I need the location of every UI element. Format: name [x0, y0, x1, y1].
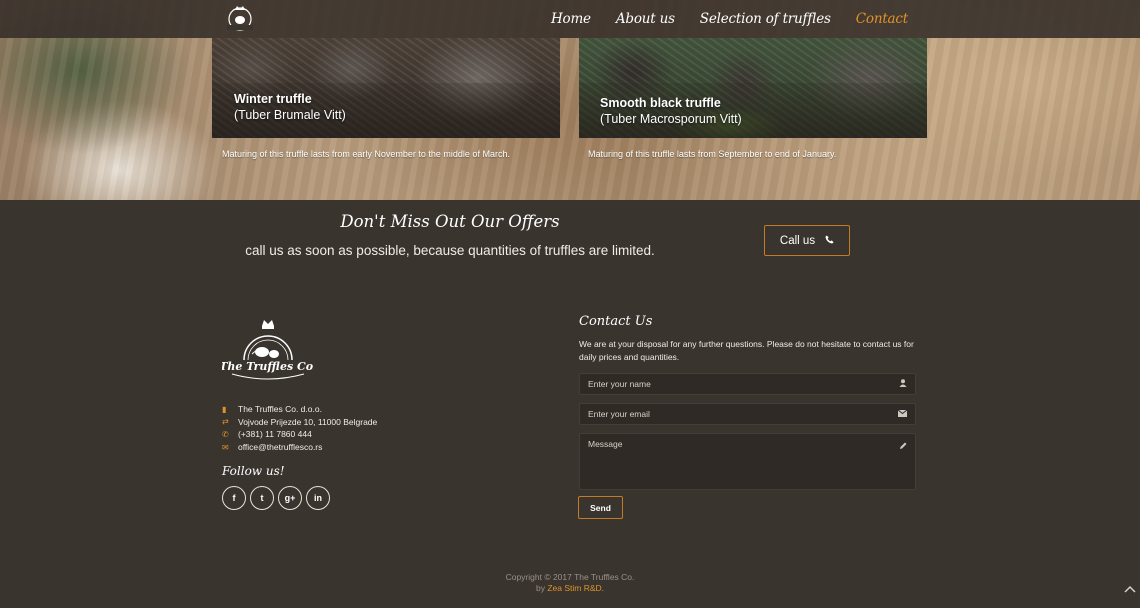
social-links: f t g+ in — [222, 486, 330, 510]
linkedin-icon[interactable]: in — [306, 486, 330, 510]
copyright: Copyright © 2017 The Truffles Co. by Zea… — [420, 572, 720, 594]
credit-by: by — [535, 583, 545, 593]
footer-logo-text: The Truffles Co. — [222, 360, 314, 373]
nav-home[interactable]: Home — [551, 11, 591, 27]
company-phone[interactable]: (+381) 11 7860 444 — [238, 429, 312, 439]
nav-selection-of-truffles[interactable]: Selection of truffles — [700, 11, 831, 27]
message-placeholder: Message — [588, 439, 623, 449]
building-icon: ▮ — [222, 404, 227, 414]
card-title: Winter truffle — [234, 92, 312, 106]
contact-heading: Contact Us — [579, 314, 653, 329]
phone-icon — [825, 234, 834, 247]
location-icon: ⇄ — [222, 417, 229, 427]
company-info: ▮ The Truffles Co. d.o.o. ⇄ Vojvode Prij… — [222, 403, 377, 453]
footer-logo: The Truffles Co. — [222, 320, 314, 380]
phone-icon: ✆ — [222, 429, 229, 439]
google-plus-icon[interactable]: g+ — [278, 486, 302, 510]
card-maturing-text: Maturing of this truffle lasts from Sept… — [588, 149, 837, 159]
pencil-icon — [899, 442, 907, 452]
card-title: Smooth black truffle — [600, 96, 721, 110]
copyright-line: Copyright © 2017 The Truffles Co. — [505, 572, 635, 582]
nav-contact[interactable]: Contact — [856, 11, 908, 27]
company-email[interactable]: office@thetrufflesco.rs — [238, 442, 322, 452]
send-button[interactable]: Send — [578, 496, 623, 519]
contact-description: We are at your disposal for any further … — [579, 339, 914, 362]
credit-author-link[interactable]: Zea Stim R&D. — [547, 583, 604, 593]
info-row: ✆ (+381) 11 7860 444 — [222, 428, 377, 441]
user-icon — [899, 379, 907, 389]
nav-about-us[interactable]: About us — [616, 11, 675, 27]
credit-line: by Zea Stim R&D. — [420, 583, 720, 594]
name-input[interactable]: Enter your name — [579, 373, 916, 395]
card-maturing-text: Maturing of this truffle lasts from earl… — [222, 149, 510, 159]
name-placeholder: Enter your name — [588, 379, 651, 389]
offer-subtitle: call us as soon as possible, because qua… — [245, 243, 655, 258]
logo-small[interactable] — [222, 3, 258, 35]
follow-us-heading: Follow us! — [222, 464, 285, 478]
card-caption: Winter truffle (Tuber Brumale Vitt) — [234, 91, 346, 123]
email-input[interactable]: Enter your email — [579, 403, 916, 425]
chevron-up-icon[interactable] — [1124, 584, 1136, 596]
navbar: Home About us Selection of truffles Cont… — [0, 0, 1140, 38]
card-latin: (Tuber Macrosporum Vitt) — [600, 112, 742, 126]
card-caption: Smooth black truffle (Tuber Macrosporum … — [600, 95, 742, 127]
card-latin: (Tuber Brumale Vitt) — [234, 108, 346, 122]
company-name: The Truffles Co. d.o.o. — [238, 404, 322, 415]
envelope-icon — [897, 409, 908, 419]
envelope-icon: ✉ — [222, 442, 229, 452]
email-placeholder: Enter your email — [588, 409, 650, 419]
facebook-icon[interactable]: f — [222, 486, 246, 510]
truffle-card-winter[interactable]: Winter truffle (Tuber Brumale Vitt) — [212, 38, 560, 138]
info-row: ✉ office@thetrufflesco.rs — [222, 441, 377, 454]
info-row: ⇄ Vojvode Prijezde 10, 11000 Belgrade — [222, 416, 377, 429]
call-us-label: Call us — [779, 234, 816, 247]
call-us-button[interactable]: Call us — [764, 225, 850, 256]
truffle-card-smooth-black[interactable]: Smooth black truffle (Tuber Macrosporum … — [579, 38, 927, 138]
message-textarea[interactable]: Message — [579, 433, 916, 490]
main-menu: Home About us Selection of truffles Cont… — [551, 0, 908, 38]
company-address: Vojvode Prijezde 10, 11000 Belgrade — [238, 416, 378, 427]
info-row: ▮ The Truffles Co. d.o.o. — [222, 403, 377, 416]
offer-title: Don't Miss Out Our Offers — [340, 212, 560, 231]
twitter-icon[interactable]: t — [250, 486, 274, 510]
